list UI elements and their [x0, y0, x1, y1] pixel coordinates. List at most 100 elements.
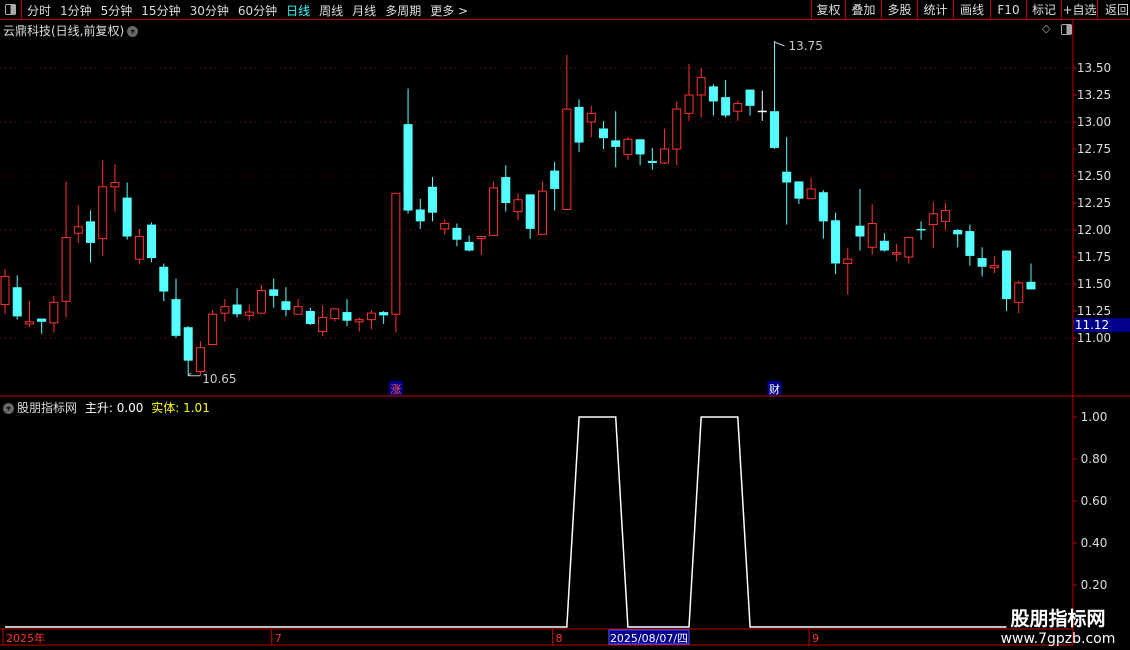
date-label: 7	[275, 632, 282, 645]
candle-body-up	[98, 186, 108, 240]
candle-body-up	[476, 235, 486, 240]
candle-body-up	[220, 306, 230, 314]
candle-body-down	[782, 171, 792, 183]
date-label: 2025年	[6, 631, 45, 645]
candle-body-down	[769, 111, 779, 148]
candle-body-down	[342, 312, 352, 321]
indicator-title: ▾ 股朋指标网 主升: 0.00 实体: 1.01	[3, 399, 210, 416]
candle-body-up	[989, 265, 999, 269]
candle-body-up	[366, 312, 376, 321]
watermark-url: www.7gpzb.com	[1000, 631, 1116, 647]
indicator-tick-label: 1.00	[1081, 410, 1108, 424]
candle-body-down	[721, 97, 731, 116]
candle-body-down	[1026, 281, 1036, 290]
indicator-tick-label: 0.80	[1081, 452, 1108, 466]
price-tick-label: 11.25	[1077, 304, 1111, 318]
indicator-name: 股朋指标网	[17, 401, 78, 415]
candle-body-down	[305, 311, 315, 324]
candle-body-down	[147, 224, 157, 259]
price-tick-label: 12.50	[1077, 169, 1111, 183]
indicator-line	[5, 416, 1007, 628]
candle-body-down	[965, 231, 975, 256]
candle-body-down	[647, 160, 657, 164]
candle-body-up	[562, 108, 572, 210]
watermark-logo: 股朋指标网 www.7gpzb.com	[986, 604, 1130, 647]
candle-body-up	[806, 188, 816, 200]
candle-body-up	[489, 187, 499, 236]
candle-body-up	[672, 108, 682, 150]
candle-body-up	[928, 213, 938, 226]
price-tick-label: 11.00	[1077, 331, 1111, 345]
candle-body-down	[708, 86, 718, 102]
candle-body-up	[110, 181, 120, 188]
candle-body-up	[391, 192, 401, 315]
price-tick-label: 12.00	[1077, 223, 1111, 237]
indicator-tick-label: 0.40	[1081, 536, 1108, 550]
price-tick-label: 11.50	[1077, 277, 1111, 291]
candle-body-up	[293, 306, 303, 315]
kline-chart[interactable]: 13.50 13.25 13.00 12.75 12.50 12.25 12.00 11.75…	[0, 0, 1130, 650]
candle-body-down	[232, 304, 242, 315]
candle-body-down	[85, 221, 95, 243]
candle-body-down	[953, 230, 963, 235]
candle-body-down	[794, 181, 804, 199]
candle-body-up	[330, 308, 340, 320]
candle-body-down	[269, 289, 279, 296]
candle-body-down	[452, 227, 462, 240]
candle-body-down	[37, 318, 47, 322]
high-pointer-icon	[773, 41, 785, 47]
candle-body-down	[183, 327, 193, 361]
price-tick-label: 13.25	[1077, 88, 1111, 102]
candle-body-down	[379, 312, 389, 316]
price-tick-label: 13.50	[1077, 61, 1111, 75]
candle-body-down	[159, 266, 169, 292]
current-price-label: 11.12	[1075, 318, 1109, 332]
candle-body-down	[831, 220, 841, 264]
low-price-label: 10.65	[202, 372, 236, 386]
price-tick-label: 13.00	[1077, 115, 1111, 129]
candle-body-down	[122, 197, 132, 237]
candle-body-up	[684, 94, 694, 114]
candle-body-down	[1002, 250, 1012, 300]
candle-body-down	[611, 140, 621, 147]
indicator-value-body: 实体: 1.01	[151, 401, 210, 415]
indicator-tick-label: 0.20	[1081, 578, 1108, 592]
candle-body-down	[977, 258, 987, 267]
candle-body-down	[635, 139, 645, 155]
indicator-tick-label: 0.60	[1081, 494, 1108, 508]
candle-body-down	[550, 170, 560, 189]
candle-body-up	[0, 275, 10, 306]
low-pointer-icon	[187, 372, 201, 377]
candle-body-up	[49, 301, 59, 324]
candle-body-up	[586, 112, 596, 123]
candle-body-down	[745, 89, 755, 106]
chevron-down-icon[interactable]: ▾	[3, 403, 14, 414]
candle-body-up	[660, 148, 670, 164]
candle-body-up	[318, 316, 328, 333]
candle-body-up	[195, 347, 205, 372]
date-label: 9	[812, 632, 819, 645]
candle-body-up	[73, 226, 83, 234]
candle-body-down	[855, 225, 865, 237]
candle-body-down	[171, 299, 181, 336]
candle-body-up	[513, 199, 523, 213]
candle-body-up	[867, 223, 877, 248]
high-price-label: 13.75	[788, 39, 822, 53]
selected-date-label: 2025/08/07/四	[610, 632, 688, 645]
candle-body-down	[415, 209, 425, 222]
candle-body-down	[464, 241, 474, 251]
watermark-title: 股朋指标网	[1010, 608, 1106, 630]
candle-body-up	[892, 252, 902, 255]
price-tick-label: 12.75	[1077, 142, 1111, 156]
date-label: 8	[556, 632, 563, 645]
candle-body-up	[440, 223, 450, 230]
candle-body-down	[501, 177, 511, 203]
candle-body-up	[733, 103, 743, 112]
candle-body-up	[244, 311, 254, 316]
candle-body-down	[281, 301, 291, 310]
candle-body-down	[879, 240, 889, 251]
candle-body-down	[916, 228, 926, 231]
candle-body-down	[818, 192, 828, 222]
candle-body-up	[623, 138, 633, 155]
candle-body-down	[427, 186, 437, 213]
